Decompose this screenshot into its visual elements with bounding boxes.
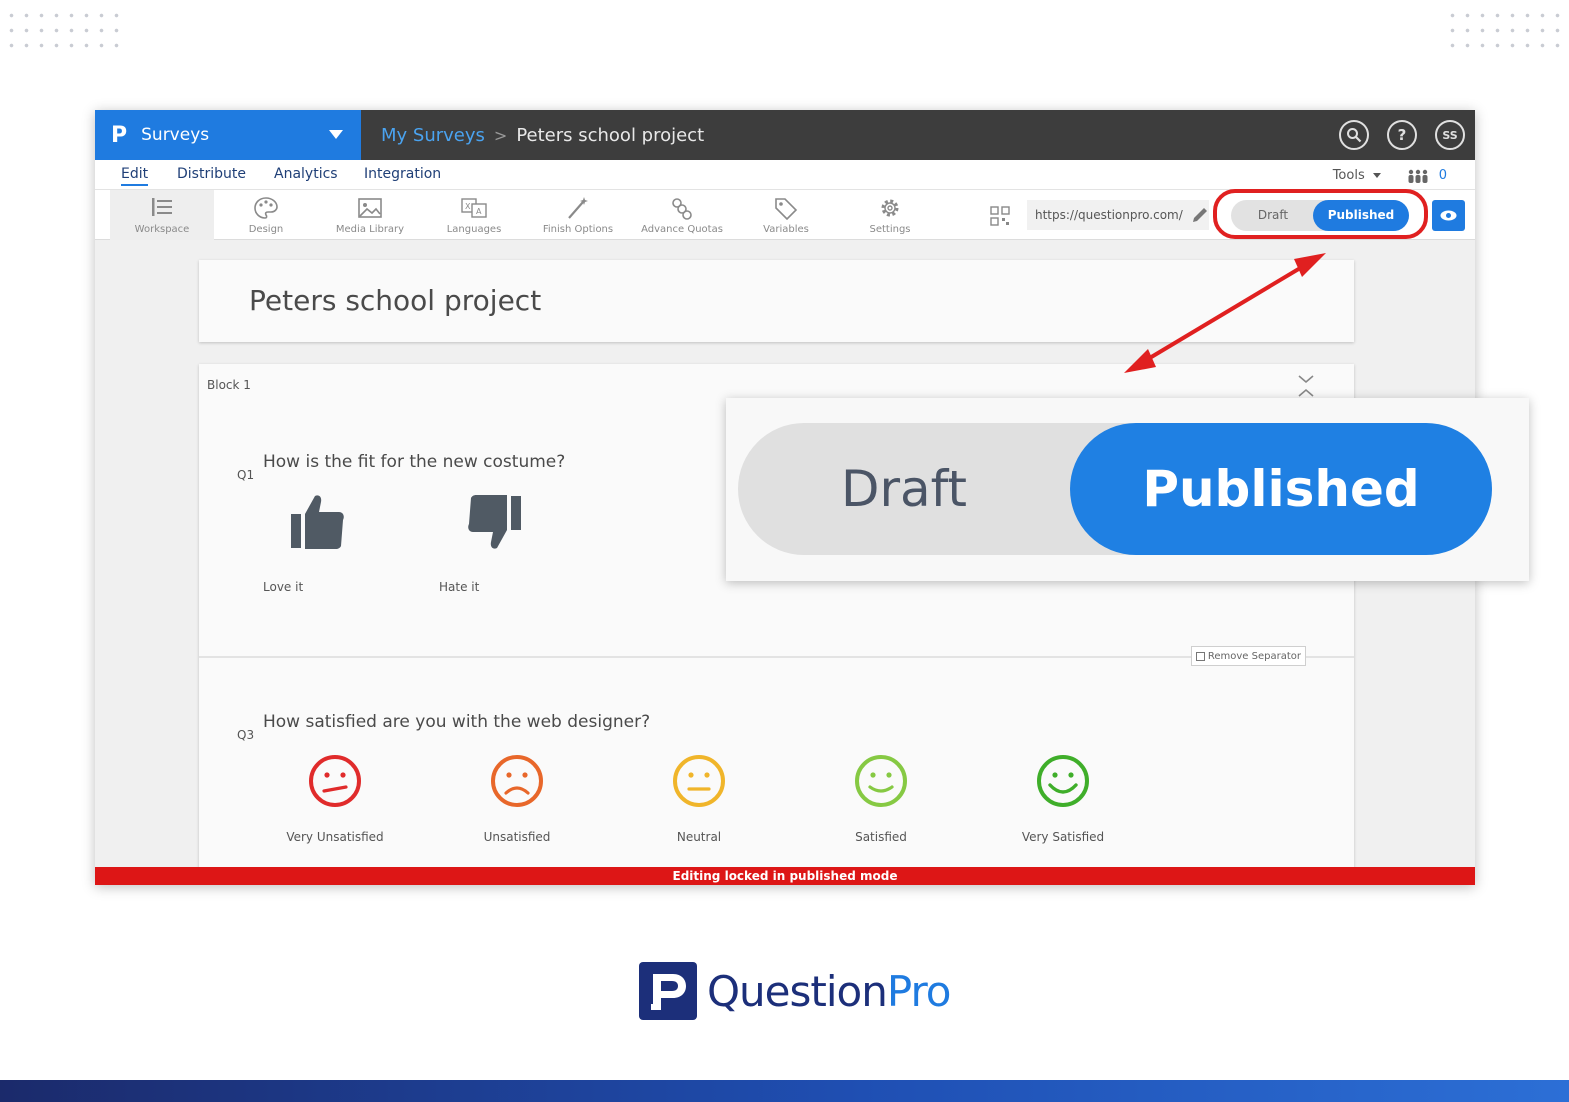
thumbs-down-icon[interactable] [465, 492, 525, 552]
question-number: Q1 [237, 468, 255, 482]
toolbar-workspace[interactable]: Workspace [110, 190, 214, 240]
logo-text-pro: Pro [886, 966, 952, 1016]
zoomed-toggle: Draft Published [738, 423, 1492, 555]
svg-text:A: A [476, 207, 482, 216]
breadcrumb-my-surveys[interactable]: My Surveys [381, 125, 485, 146]
option-label: Very Unsatisfied [286, 830, 384, 844]
people-icon [1408, 169, 1428, 183]
option-label: Love it [263, 580, 304, 594]
zoomed-published-label: Published [1070, 423, 1492, 555]
questionpro-footer-logo: QuestionPro [639, 962, 951, 1020]
checkbox-icon [1195, 651, 1205, 661]
svg-text:X: X [465, 202, 471, 211]
thumbs-up-icon[interactable] [287, 492, 347, 552]
logo-wordmark: QuestionPro [707, 967, 951, 1016]
user-avatar[interactable]: SS [1435, 120, 1465, 150]
block-label: Block 1 [207, 378, 251, 392]
top-icons: ? SS [1339, 120, 1465, 150]
decorative-dots-left [4, 8, 124, 48]
tab-distribute[interactable]: Distribute [177, 166, 246, 182]
toolbar-label: Finish Options [542, 224, 614, 235]
eye-icon [1440, 210, 1457, 221]
search-icon[interactable] [1339, 120, 1369, 150]
survey-url-field[interactable]: https://questionpro.com/ [1027, 200, 1209, 230]
questionpro-logo-icon [639, 962, 697, 1020]
breadcrumb-current: Peters school project [516, 124, 705, 146]
image-icon [358, 198, 382, 218]
breadcrumb: My Surveys > Peters school project [381, 110, 704, 160]
help-icon[interactable]: ? [1387, 120, 1417, 150]
footer-gradient-band [0, 1080, 1569, 1102]
question-separator [199, 656, 1354, 658]
toolbar-label: Variables [763, 224, 809, 235]
collaborators[interactable]: 0 [1407, 168, 1447, 183]
toolbar-advance-quotas[interactable]: Advance Quotas [630, 190, 734, 240]
question-text: How is the fit for the new costume? [263, 452, 566, 472]
preview-button[interactable] [1432, 200, 1465, 231]
tab-integration[interactable]: Integration [364, 166, 441, 182]
toolbar-label: Workspace [134, 224, 190, 235]
toolbar-finish-options[interactable]: Finish Options [526, 190, 630, 240]
toolbar-media-library[interactable]: Media Library [318, 190, 422, 240]
collaborators-count: 0 [1438, 168, 1447, 183]
magic-wand-icon [568, 197, 588, 219]
breadcrumb-separator: > [493, 125, 508, 145]
questionpro-logo-icon: P [111, 122, 128, 148]
option-label: Satisfied [855, 830, 907, 844]
brand-title: Surveys [141, 125, 210, 145]
unsatisfied-face-icon[interactable] [490, 754, 544, 808]
zoomed-draft-label: Draft [840, 460, 968, 518]
very-unsatisfied-face-icon[interactable] [308, 754, 362, 808]
locked-status-bar: Editing locked in published mode [95, 867, 1475, 885]
toolbar-label: Settings [869, 224, 911, 235]
remove-separator-button[interactable]: Remove Separator [1190, 646, 1306, 666]
toolbar-label: Advance Quotas [641, 224, 723, 235]
pencil-icon[interactable] [1191, 206, 1209, 224]
chevron-down-icon [329, 130, 343, 139]
toolbar-label: Design [248, 224, 284, 235]
links-icon [672, 198, 692, 220]
logo-text-question: Question [707, 966, 888, 1016]
surveys-menu[interactable]: P Surveys [95, 110, 361, 160]
option-label: Neutral [676, 830, 722, 844]
decorative-dots-right [1445, 8, 1565, 48]
toolbar-label: Media Library [335, 224, 405, 235]
toolbar-settings[interactable]: Settings [838, 190, 942, 240]
tab-analytics[interactable]: Analytics [274, 166, 338, 182]
tab-edit[interactable]: Edit [121, 166, 149, 186]
gear-icon [881, 199, 899, 217]
top-bar: P Surveys My Surveys > Peters school pro… [95, 110, 1475, 160]
tools-label: Tools [1332, 168, 1365, 183]
toolbar-languages[interactable]: XA Languages [422, 190, 526, 240]
remove-separator-label: Remove Separator [1207, 650, 1301, 662]
palette-icon [254, 197, 278, 219]
toolbar-design[interactable]: Design [214, 190, 318, 240]
question-number: Q3 [237, 728, 255, 742]
option-label: Very Satisfied [1021, 830, 1105, 844]
option-label: Unsatisfied [483, 830, 551, 844]
very-satisfied-face-icon[interactable] [1036, 754, 1090, 808]
satisfied-face-icon[interactable] [854, 754, 908, 808]
question-text: How satisfied are you with the web desig… [263, 712, 651, 732]
toggle-highlight-ring [1213, 189, 1428, 239]
nav-right: Tools 0 [1333, 168, 1447, 183]
toolbar-label: Languages [446, 224, 502, 235]
tools-menu[interactable]: Tools [1333, 168, 1381, 183]
nav-bar: Edit Distribute Analytics Integration To… [95, 160, 1475, 190]
toggle-zoom-callout: Draft Published [726, 398, 1529, 581]
translate-icon: XA [461, 198, 487, 218]
caret-down-icon [1372, 173, 1381, 178]
double-arrow-annotation [1124, 253, 1326, 373]
qr-code-icon[interactable] [990, 206, 1010, 226]
toolbar-variables[interactable]: Variables [734, 190, 838, 240]
tag-icon [775, 198, 798, 220]
option-label: Hate it [439, 580, 480, 594]
neutral-face-icon[interactable] [672, 754, 726, 808]
survey-title: Peters school project [249, 284, 542, 317]
workspace-icon [152, 198, 172, 216]
